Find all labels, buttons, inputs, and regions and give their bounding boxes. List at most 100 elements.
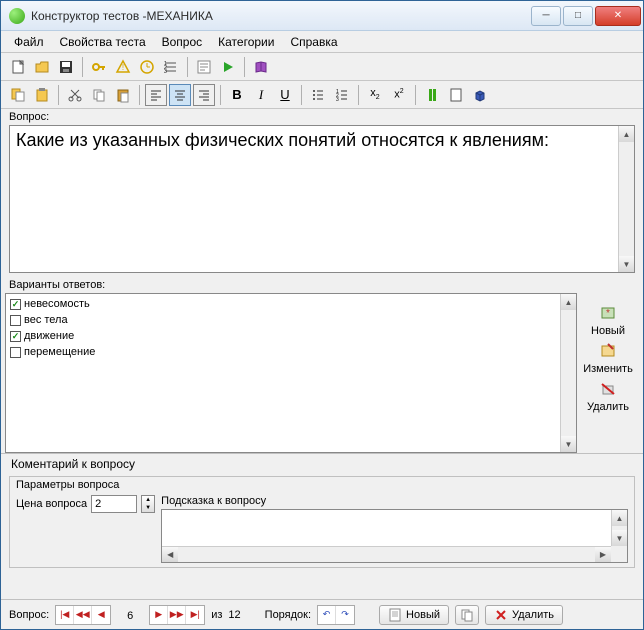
subscript-button[interactable]: x2: [364, 84, 386, 106]
italic-button[interactable]: I: [250, 84, 272, 106]
answers-list: ✓невесомость вес тела ✓движение перемеще…: [5, 293, 577, 453]
current-question: 6: [117, 608, 143, 622]
params-panel: Параметры вопроса Цена вопроса ▲▼ Подска…: [9, 476, 635, 568]
menu-test-props[interactable]: Свойства теста: [53, 33, 153, 51]
checkbox-icon[interactable]: [10, 347, 21, 358]
cube-button[interactable]: [469, 84, 491, 106]
bold-button[interactable]: B: [226, 84, 248, 106]
order-label: Порядок:: [265, 609, 311, 621]
edit-icon: [598, 341, 618, 361]
delete-answer-button[interactable]: Удалить: [587, 379, 629, 413]
menu-file[interactable]: Файл: [7, 33, 51, 51]
maximize-button[interactable]: □: [563, 6, 593, 26]
status-question-label: Вопрос:: [9, 609, 49, 621]
app-window: Конструктор тестов -МЕХАНИКА ─ □ ✕ Файл …: [0, 0, 644, 630]
price-input[interactable]: [91, 495, 137, 513]
warning-button[interactable]: !: [112, 56, 134, 78]
svg-text:!: !: [122, 63, 124, 72]
page-icon: [388, 608, 402, 622]
hint-textarea[interactable]: ▲▼ ◀▶: [161, 509, 628, 563]
nav-next-page-button[interactable]: ▶▶: [168, 606, 186, 624]
app-icon: [9, 8, 25, 24]
insert-page-button[interactable]: [445, 84, 467, 106]
close-button[interactable]: ✕: [595, 6, 641, 26]
question-textarea[interactable]: [10, 126, 618, 272]
save-button[interactable]: [55, 56, 77, 78]
nav-last-button[interactable]: ▶|: [186, 606, 204, 624]
open-file-button[interactable]: [31, 56, 53, 78]
svg-text:*: *: [606, 308, 610, 319]
hint-vscroll[interactable]: ▲▼: [611, 510, 627, 546]
question-scrollbar[interactable]: ▲ ▼: [618, 126, 634, 272]
play-button[interactable]: [217, 56, 239, 78]
price-spinner[interactable]: ▲▼: [141, 495, 155, 513]
window-title: Конструктор тестов -МЕХАНИКА: [31, 9, 529, 23]
superscript-button[interactable]: x2: [388, 84, 410, 106]
scroll-up-icon[interactable]: ▲: [561, 294, 576, 310]
align-center-button[interactable]: [169, 84, 191, 106]
new-icon: *: [598, 303, 618, 323]
book-button[interactable]: [250, 56, 272, 78]
order-group: ↶ ↷: [317, 605, 355, 625]
edit-answer-button[interactable]: Изменить: [583, 341, 633, 375]
copy-button[interactable]: [88, 84, 110, 106]
nav-first-button[interactable]: |◀: [56, 606, 74, 624]
nav-first-group: |◀ ◀◀ ◀: [55, 605, 111, 625]
bullet-list-button[interactable]: [307, 84, 329, 106]
cut-button[interactable]: [64, 84, 86, 106]
toolbar-2: B I U 123 x2 x2: [1, 81, 643, 109]
answer-item[interactable]: ✓невесомость: [10, 296, 572, 312]
answers-scrollbar[interactable]: ▲ ▼: [560, 294, 576, 452]
scroll-up-icon[interactable]: ▲: [619, 126, 634, 142]
green-marker-button[interactable]: [421, 84, 443, 106]
paste-button[interactable]: [112, 84, 134, 106]
nav-next-button[interactable]: ▶: [150, 606, 168, 624]
new-question-button[interactable]: Новый: [379, 605, 449, 625]
answer-item[interactable]: ✓движение: [10, 328, 572, 344]
checkbox-checked-icon[interactable]: ✓: [10, 299, 21, 310]
answer-item[interactable]: перемещение: [10, 344, 572, 360]
hint-hscroll[interactable]: ◀▶: [162, 546, 611, 562]
align-right-button[interactable]: [193, 84, 215, 106]
svg-text:3: 3: [336, 97, 339, 103]
menu-question[interactable]: Вопрос: [155, 33, 210, 51]
answers-sidebar: * Новый Изменить Удалить: [577, 293, 639, 453]
form-button[interactable]: [193, 56, 215, 78]
menu-categories[interactable]: Категории: [211, 33, 281, 51]
total-questions: 12: [228, 609, 240, 621]
new-file-button[interactable]: [7, 56, 29, 78]
paste-question-button[interactable]: [31, 84, 53, 106]
question-editor: ▲ ▼: [9, 125, 635, 273]
checkbox-icon[interactable]: [10, 315, 21, 326]
titlebar: Конструктор тестов -МЕХАНИКА ─ □ ✕: [1, 1, 643, 31]
numbered-list-button[interactable]: 123: [331, 84, 353, 106]
copy-question-button[interactable]: [7, 84, 29, 106]
delete-question-button[interactable]: Удалить: [485, 605, 563, 625]
nav-prev-page-button[interactable]: ◀◀: [74, 606, 92, 624]
menu-help[interactable]: Справка: [283, 33, 344, 51]
clock-button[interactable]: [136, 56, 158, 78]
key-button[interactable]: [88, 56, 110, 78]
question-label: Вопрос:: [1, 109, 643, 125]
order-undo-button[interactable]: ↶: [318, 606, 336, 624]
answers-label: Варианты ответов:: [1, 277, 643, 293]
list-button[interactable]: 123: [160, 56, 182, 78]
minimize-button[interactable]: ─: [531, 6, 561, 26]
underline-button[interactable]: U: [274, 84, 296, 106]
new-answer-button[interactable]: * Новый: [591, 303, 625, 337]
nav-next-group: ▶ ▶▶ ▶|: [149, 605, 205, 625]
order-redo-button[interactable]: ↷: [336, 606, 354, 624]
svg-text:3: 3: [164, 69, 167, 75]
statusbar: Вопрос: |◀ ◀◀ ◀ 6 ▶ ▶▶ ▶| из 12 Порядок:…: [1, 599, 643, 629]
price-label: Цена вопроса: [16, 498, 87, 510]
toolbar-1: ! 123: [1, 53, 643, 81]
params-header: Параметры вопроса: [10, 477, 634, 493]
checkbox-checked-icon[interactable]: ✓: [10, 331, 21, 342]
align-left-button[interactable]: [145, 84, 167, 106]
nav-prev-button[interactable]: ◀: [92, 606, 110, 624]
of-label: из: [211, 609, 222, 621]
copy-question-button-2[interactable]: [455, 605, 479, 625]
scroll-down-icon[interactable]: ▼: [561, 436, 576, 452]
scroll-down-icon[interactable]: ▼: [619, 256, 634, 272]
answer-item[interactable]: вес тела: [10, 312, 572, 328]
